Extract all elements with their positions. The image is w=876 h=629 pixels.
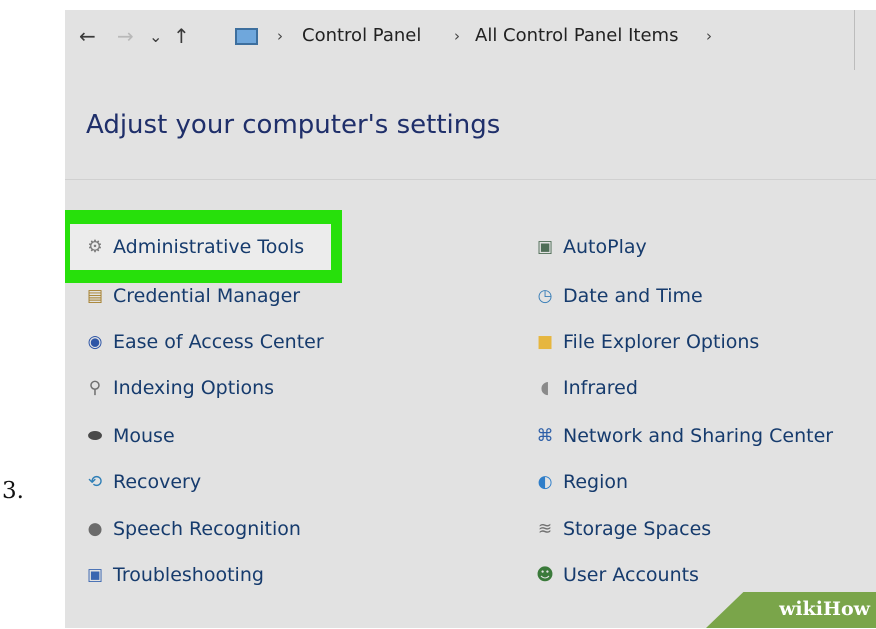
breadcrumb-separator-icon: › — [706, 27, 712, 45]
breadcrumb-separator-icon: › — [277, 27, 283, 45]
address-bar-divider — [854, 10, 855, 70]
control-panel-item-network-and-sharing-center[interactable]: ⌘ Network and Sharing Center — [534, 421, 834, 451]
breadcrumb-all-control-panel-items[interactable]: All Control Panel Items — [475, 25, 678, 46]
heading-divider — [65, 179, 876, 180]
control-panel-item-label: Credential Manager — [113, 285, 301, 307]
control-panel-item-speech-recognition[interactable]: ● Speech Recognition — [84, 514, 301, 544]
control-panel-item-credential-manager[interactable]: ▤ Credential Manager — [84, 281, 300, 311]
page-title: Adjust your computer's settings — [86, 110, 501, 140]
control-panel-item-label: Troubleshooting — [113, 564, 264, 586]
ease-of-access-icon: ◉ — [87, 332, 103, 352]
credential-manager-icon: ▤ — [86, 286, 104, 306]
control-panel-item-label: Ease of Access Center — [113, 331, 324, 353]
control-panel-item-user-accounts[interactable]: ☻ User Accounts — [534, 560, 699, 590]
back-arrow-icon[interactable]: ← — [79, 24, 96, 48]
breadcrumb-control-panel[interactable]: Control Panel — [302, 25, 421, 46]
up-arrow-icon[interactable]: ↑ — [173, 24, 190, 48]
administrative-tools-icon: ⚙ — [87, 237, 103, 257]
control-panel-item-label: File Explorer Options — [563, 331, 760, 353]
control-panel-item-troubleshooting[interactable]: ▣ Troubleshooting — [84, 560, 264, 590]
control-panel-item-label: Region — [563, 471, 629, 493]
forward-arrow-icon[interactable]: → — [117, 24, 134, 48]
globe-icon: ◐ — [537, 472, 553, 492]
autoplay-icon: ▣ — [536, 237, 554, 257]
infrared-icon: ◖ — [540, 378, 550, 398]
control-panel-screenshot: ← → ⌄ ↑ › Control Panel › All Control Pa… — [65, 10, 876, 628]
network-icon: ⌘ — [536, 426, 554, 446]
control-panel-item-label: AutoPlay — [563, 236, 647, 258]
control-panel-item-label: Speech Recognition — [113, 518, 301, 540]
control-panel-item-administrative-tools[interactable]: ⚙ Administrative Tools — [84, 232, 304, 262]
recovery-icon: ⟲ — [87, 472, 103, 492]
control-panel-item-label: Mouse — [113, 425, 175, 447]
control-panel-item-label: Administrative Tools — [113, 236, 305, 258]
control-panel-item-recovery[interactable]: ⟲ Recovery — [84, 467, 201, 497]
wikihow-watermark: wikiHow — [706, 592, 876, 628]
control-panel-item-date-and-time[interactable]: ◷ Date and Time — [534, 281, 703, 311]
control-panel-item-region[interactable]: ◐ Region — [534, 467, 628, 497]
users-icon: ☻ — [536, 565, 554, 585]
control-panel-item-label: Infrared — [563, 377, 638, 399]
control-panel-item-label: Indexing Options — [113, 377, 275, 399]
computer-icon — [235, 28, 258, 45]
breadcrumb-separator-icon: › — [454, 27, 460, 45]
control-panel-item-ease-of-access-center[interactable]: ◉ Ease of Access Center — [84, 327, 324, 357]
date-time-icon: ◷ — [537, 286, 553, 306]
control-panel-item-label: Date and Time — [563, 285, 703, 307]
mouse-icon: ⬬ — [87, 426, 103, 446]
folder-icon: ■ — [536, 332, 554, 352]
control-panel-item-mouse[interactable]: ⬬ Mouse — [84, 421, 175, 451]
recent-locations-chevron-icon[interactable]: ⌄ — [149, 27, 162, 46]
control-panel-item-label: Recovery — [113, 471, 202, 493]
microphone-icon: ● — [87, 519, 103, 539]
storage-spaces-icon: ≋ — [537, 519, 553, 539]
control-panel-item-indexing-options[interactable]: ⚲ Indexing Options — [84, 373, 274, 403]
step-number: 3. — [2, 478, 24, 504]
control-panel-item-file-explorer-options[interactable]: ■ File Explorer Options — [534, 327, 759, 357]
indexing-options-icon: ⚲ — [88, 378, 102, 398]
control-panel-item-autoplay[interactable]: ▣ AutoPlay — [534, 232, 647, 262]
control-panel-item-label: User Accounts — [563, 564, 699, 586]
control-panel-item-storage-spaces[interactable]: ≋ Storage Spaces — [534, 514, 711, 544]
control-panel-item-label: Network and Sharing Center — [563, 425, 834, 447]
address-bar: ← → ⌄ ↑ › Control Panel › All Control Pa… — [65, 10, 876, 72]
control-panel-item-label: Storage Spaces — [563, 518, 712, 540]
control-panel-item-infrared[interactable]: ◖ Infrared — [534, 373, 638, 403]
troubleshooting-icon: ▣ — [86, 565, 104, 585]
